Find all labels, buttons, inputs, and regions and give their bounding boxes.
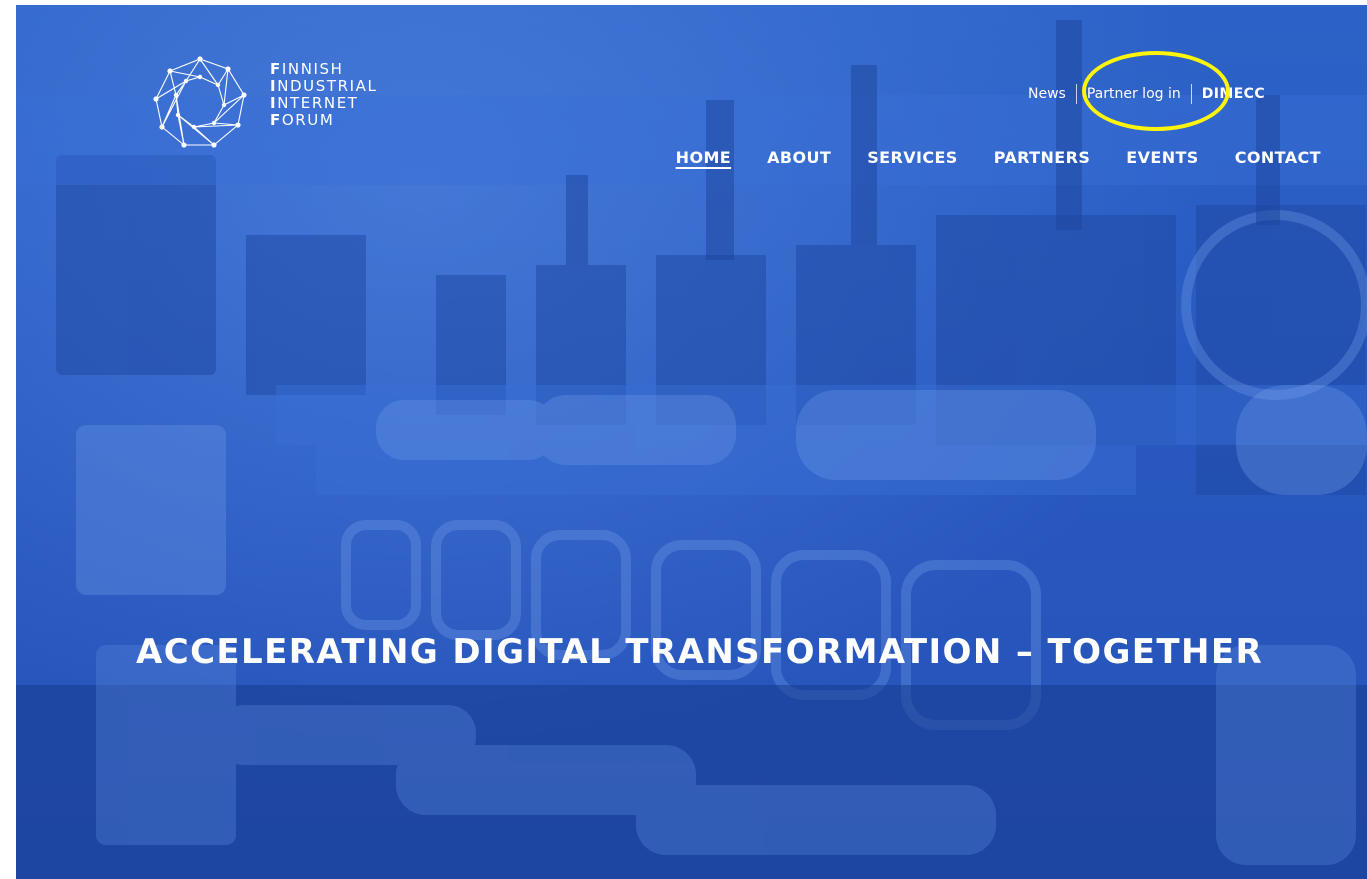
nav-home[interactable]: HOME xyxy=(676,148,731,167)
site-logo[interactable]: FINNISH INDUSTRIAL INTERNET FORUM xyxy=(152,55,402,155)
hero-headline: ACCELERATING DIGITAL TRANSFORMATION – TO… xyxy=(136,631,1264,672)
logo-line: INTERNET xyxy=(270,94,359,112)
logo-line: FORUM xyxy=(270,111,335,129)
news-link[interactable]: News xyxy=(1014,86,1076,102)
dimecc-link[interactable]: DIMECC xyxy=(1192,86,1265,102)
nav-contact[interactable]: CONTACT xyxy=(1235,148,1321,167)
partner-login-link[interactable]: Partner log in xyxy=(1077,86,1191,102)
nav-about[interactable]: ABOUT xyxy=(767,148,831,167)
nav-partners[interactable]: PARTNERS xyxy=(994,148,1091,167)
hero-banner: FINNISH INDUSTRIAL INTERNET FORUM News P… xyxy=(16,5,1367,879)
utility-nav: News Partner log in DIMECC xyxy=(1014,82,1265,106)
logo-line: FINNISH xyxy=(270,60,344,78)
logo-line: INDUSTRIAL xyxy=(270,77,378,95)
nav-services[interactable]: SERVICES xyxy=(867,148,958,167)
nav-events[interactable]: EVENTS xyxy=(1126,148,1198,167)
logo-wordmark: FINNISH INDUSTRIAL INTERNET FORUM xyxy=(270,61,378,129)
network-logo-icon xyxy=(153,56,247,148)
main-nav: HOME ABOUT SERVICES PARTNERS EVENTS CONT… xyxy=(640,148,1321,167)
